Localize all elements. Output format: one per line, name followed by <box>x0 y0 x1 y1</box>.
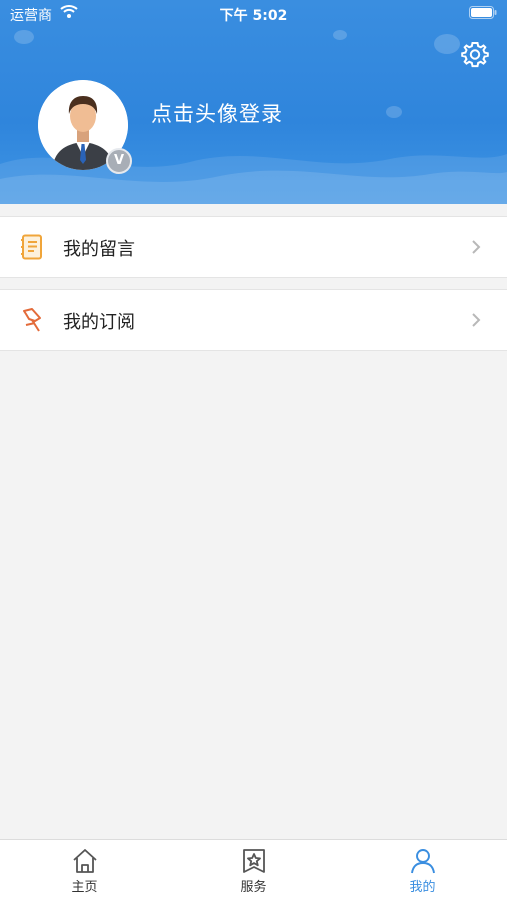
home-icon <box>72 849 97 873</box>
tab-services[interactable]: 服务 <box>169 840 338 900</box>
tab-label: 服务 <box>240 880 267 895</box>
gear-icon[interactable] <box>461 40 489 68</box>
bubble-decoration <box>434 34 460 54</box>
menu-item-label: 我的留言 <box>63 239 135 260</box>
profile-header: 运营商 下午 5:02 V 点击头像登录 <box>0 0 507 204</box>
tab-home[interactable]: 主页 <box>0 840 169 900</box>
bubble-decoration <box>333 30 347 40</box>
bubble-decoration <box>386 106 402 118</box>
tab-label: 我的 <box>409 880 436 895</box>
verified-badge: V <box>106 148 132 174</box>
bubble-decoration <box>14 30 34 44</box>
person-icon <box>410 849 435 874</box>
battery-icon <box>469 6 497 19</box>
chevron-right-icon <box>472 240 481 254</box>
chevron-right-icon <box>472 313 481 327</box>
star-bookmark-icon <box>242 849 265 873</box>
status-bar: 运营商 下午 5:02 <box>0 0 507 28</box>
menu-item-my-subscriptions[interactable]: 我的订阅 <box>0 289 507 351</box>
tab-bar: 主页 服务 我的 <box>0 839 507 900</box>
pushpin-icon <box>23 308 41 332</box>
tab-mine[interactable]: 我的 <box>338 840 507 900</box>
tab-label: 主页 <box>71 880 98 895</box>
menu-item-label: 我的订阅 <box>63 312 135 333</box>
menu-item-my-messages[interactable]: 我的留言 <box>0 216 507 278</box>
status-time: 下午 5:02 <box>219 8 288 24</box>
login-prompt[interactable]: 点击头像登录 <box>151 98 283 128</box>
notebook-icon <box>21 234 42 260</box>
